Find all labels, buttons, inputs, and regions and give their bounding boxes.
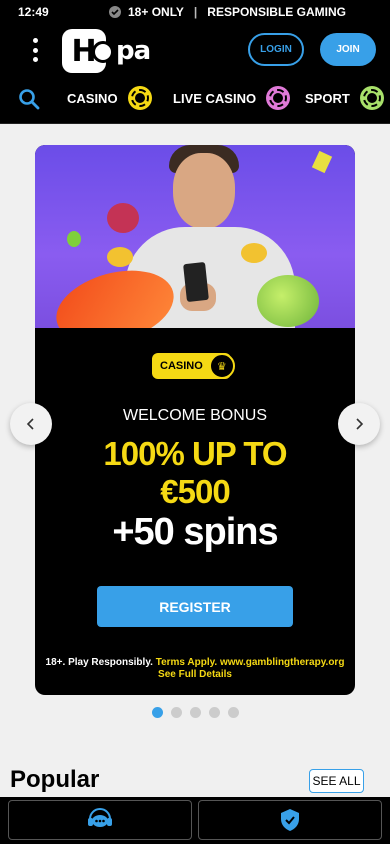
carousel-next-button[interactable]: [338, 403, 380, 445]
badge-label: CASINO: [160, 360, 203, 372]
safe-gambling-button[interactable]: [198, 800, 382, 840]
header: H pa LOGIN JOIN: [0, 24, 390, 76]
casino-chip-icon: [127, 86, 152, 110]
category-nav: CASINO LIVE CASINO SPORT: [0, 76, 390, 124]
carousel-prev-button[interactable]: [10, 403, 52, 445]
status-bar: 12:49 18+ ONLY | RESPONSIBLE GAMING: [0, 0, 390, 24]
chevron-right-icon: [356, 418, 364, 430]
logo[interactable]: H pa: [62, 29, 151, 73]
join-button[interactable]: JOIN: [320, 33, 376, 66]
nav-item-casino[interactable]: CASINO: [67, 86, 152, 110]
bottom-bar: [0, 797, 390, 844]
leaf-graphic: [67, 231, 81, 247]
login-button[interactable]: LOGIN: [248, 33, 304, 66]
casino-badge: CASINO ♛: [152, 353, 235, 379]
carousel-dot[interactable]: [209, 707, 220, 718]
chat-support-icon: [88, 808, 112, 827]
person-head: [173, 153, 235, 229]
age-badge-icon: [109, 6, 121, 18]
legal-terms-link[interactable]: Terms Apply. www.gamblingtherapy.org: [156, 657, 345, 668]
lemon-graphic: [241, 243, 267, 263]
shield-check-icon: [281, 809, 299, 831]
promo-banner[interactable]: CASINO ♛ WELCOME BONUS 100% UP TO €500 +…: [35, 145, 355, 695]
lemon-graphic: [107, 247, 133, 267]
support-chat-button[interactable]: [8, 800, 192, 840]
nav-item-sport[interactable]: SPORT: [305, 86, 384, 110]
phone-graphic: [183, 261, 209, 303]
popular-heading: Popular: [10, 766, 100, 793]
carousel-dot[interactable]: [171, 707, 182, 718]
status-notice: 18+ ONLY | RESPONSIBLE GAMING: [108, 5, 346, 19]
lime-graphic: [257, 275, 319, 327]
see-all-button[interactable]: SEE ALL: [309, 769, 364, 793]
carousel-dot[interactable]: [190, 707, 201, 718]
see-full-details-link[interactable]: See Full Details: [35, 669, 355, 681]
menu-icon[interactable]: [28, 38, 42, 62]
chevron-left-icon: [26, 418, 34, 430]
nav-item-label: CASINO: [67, 90, 118, 106]
logo-text: pa: [116, 36, 151, 66]
legal-text: 18+. Play Responsibly. Terms Apply. www.…: [35, 657, 355, 681]
status-separator: |: [193, 5, 198, 19]
register-button[interactable]: REGISTER: [97, 586, 293, 627]
legal-prefix: 18+. Play Responsibly.: [45, 657, 153, 668]
nav-item-live-casino[interactable]: LIVE CASINO: [173, 86, 291, 110]
status-time: 12:49: [18, 5, 49, 19]
crown-chip-icon: ♛: [208, 353, 235, 379]
gem-graphic: [311, 150, 333, 174]
responsible-gaming-link[interactable]: RESPONSIBLE GAMING: [207, 5, 346, 19]
search-icon[interactable]: [18, 88, 40, 110]
sport-chip-icon: [359, 86, 384, 110]
bonus-title: WELCOME BONUS: [122, 407, 267, 424]
age-label: 18+ ONLY: [128, 5, 184, 19]
nav-item-label: LIVE CASINO: [173, 90, 257, 106]
nav-item-label: SPORT: [305, 90, 350, 106]
carousel-dot[interactable]: [228, 707, 239, 718]
berry-graphic: [107, 203, 139, 233]
live-casino-chip-icon: [266, 86, 291, 110]
bonus-percent: 100% UP TO: [103, 435, 287, 472]
bonus-amount: €500: [160, 473, 230, 510]
carousel-dot[interactable]: [152, 707, 163, 718]
banner-image: [35, 145, 355, 328]
carousel-dots: [152, 707, 239, 718]
logo-mark: H: [62, 29, 114, 73]
bonus-spins: +50 spins: [112, 511, 278, 553]
